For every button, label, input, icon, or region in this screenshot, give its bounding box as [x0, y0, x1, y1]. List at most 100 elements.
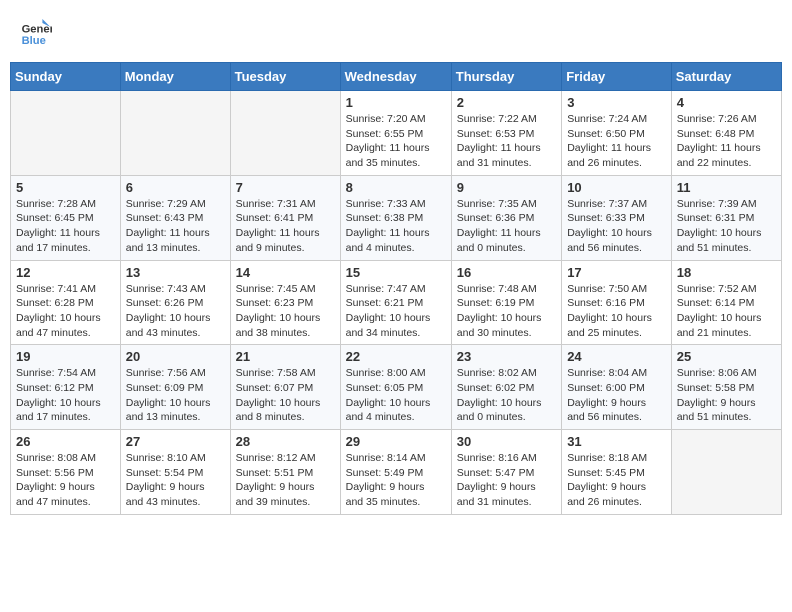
calendar-cell: 21Sunrise: 7:58 AM Sunset: 6:07 PM Dayli… — [230, 345, 340, 430]
day-info: Sunrise: 7:33 AM Sunset: 6:38 PM Dayligh… — [346, 197, 446, 256]
day-info: Sunrise: 7:26 AM Sunset: 6:48 PM Dayligh… — [677, 112, 776, 171]
weekday-header-sunday: Sunday — [11, 63, 121, 91]
day-info: Sunrise: 7:20 AM Sunset: 6:55 PM Dayligh… — [346, 112, 446, 171]
day-number: 24 — [567, 349, 666, 364]
day-number: 8 — [346, 180, 446, 195]
calendar-cell: 25 Sunrise: 8:06 AM Sunset: 5:58 PM Dayli… — [671, 345, 781, 430]
weekday-header-monday: Monday — [120, 63, 230, 91]
day-info: Sunrise: 7:31 AM Sunset: 6:41 PM Dayligh… — [236, 197, 335, 256]
day-number: 15 — [346, 265, 446, 280]
weekday-header-friday: Friday — [562, 63, 672, 91]
calendar-week-row: 1 Sunrise: 7:20 AM Sunset: 6:55 PM Daylig… — [11, 91, 782, 176]
calendar-cell: 17 Sunrise: 7:50 AM Sunset: 6:16 PM Dayli… — [562, 260, 672, 345]
day-number: 17 — [567, 265, 666, 280]
day-info: Sunrise: 7:24 AM Sunset: 6:50 PM Dayligh… — [567, 112, 666, 171]
calendar-cell: 26 Sunrise: 8:08 AM Sunset: 5:56 PM Dayli… — [11, 430, 121, 515]
weekday-header-wednesday: Wednesday — [340, 63, 451, 91]
day-number: 4 — [677, 95, 776, 110]
day-info: Sunrise: 7:52 AM Sunset: 6:14 PM Dayligh… — [677, 282, 776, 341]
weekday-header-tuesday: Tuesday — [230, 63, 340, 91]
day-number: 28 — [236, 434, 335, 449]
day-number: 31 — [567, 434, 666, 449]
day-info: Sunrise: 8:06 AM Sunset: 5:58 PM Dayligh… — [677, 366, 776, 425]
calendar-cell: 5 Sunrise: 7:28 AM Sunset: 6:45 PM Daylig… — [11, 175, 121, 260]
day-info: Sunrise: 7:41 AM Sunset: 6:28 PM Dayligh… — [16, 282, 115, 341]
day-number: 12 — [16, 265, 115, 280]
calendar-cell — [11, 91, 121, 176]
calendar-cell: 30Sunrise: 8:16 AM Sunset: 5:47 PM Dayli… — [451, 430, 561, 515]
calendar-cell: 20 Sunrise: 7:56 AM Sunset: 6:09 PM Dayli… — [120, 345, 230, 430]
calendar-cell: 13Sunrise: 7:43 AM Sunset: 6:26 PM Dayli… — [120, 260, 230, 345]
calendar-cell: 1 Sunrise: 7:20 AM Sunset: 6:55 PM Daylig… — [340, 91, 451, 176]
day-number: 3 — [567, 95, 666, 110]
day-info: Sunrise: 7:54 AM Sunset: 6:12 PM Dayligh… — [16, 366, 115, 425]
weekday-header-thursday: Thursday — [451, 63, 561, 91]
day-number: 9 — [457, 180, 556, 195]
calendar-week-row: 5 Sunrise: 7:28 AM Sunset: 6:45 PM Daylig… — [11, 175, 782, 260]
day-info: Sunrise: 8:08 AM Sunset: 5:56 PM Dayligh… — [16, 451, 115, 510]
day-info: Sunrise: 8:18 AM Sunset: 5:45 PM Dayligh… — [567, 451, 666, 510]
day-number: 27 — [126, 434, 225, 449]
day-info: Sunrise: 7:56 AM Sunset: 6:09 PM Dayligh… — [126, 366, 225, 425]
day-number: 30 — [457, 434, 556, 449]
calendar-cell: 3 Sunrise: 7:24 AM Sunset: 6:50 PM Daylig… — [562, 91, 672, 176]
logo-icon: General Blue — [20, 15, 52, 47]
calendar-cell: 23 Sunrise: 8:02 AM Sunset: 6:02 PM Dayli… — [451, 345, 561, 430]
calendar-cell: 19 Sunrise: 7:54 AM Sunset: 6:12 PM Dayli… — [11, 345, 121, 430]
day-info: Sunrise: 7:50 AM Sunset: 6:16 PM Dayligh… — [567, 282, 666, 341]
day-number: 10 — [567, 180, 666, 195]
day-info: Sunrise: 8:10 AM Sunset: 5:54 PM Dayligh… — [126, 451, 225, 510]
calendar-cell: 16 Sunrise: 7:48 AM Sunset: 6:19 PM Dayli… — [451, 260, 561, 345]
calendar-cell: 14 Sunrise: 7:45 AM Sunset: 6:23 PM Dayli… — [230, 260, 340, 345]
day-number: 29 — [346, 434, 446, 449]
calendar-cell: 11Sunrise: 7:39 AM Sunset: 6:31 PM Dayli… — [671, 175, 781, 260]
day-number: 22 — [346, 349, 446, 364]
calendar-cell — [230, 91, 340, 176]
calendar-cell: 31 Sunrise: 8:18 AM Sunset: 5:45 PM Dayli… — [562, 430, 672, 515]
day-info: Sunrise: 7:45 AM Sunset: 6:23 PM Dayligh… — [236, 282, 335, 341]
day-info: Sunrise: 7:58 AM Sunset: 6:07 PM Dayligh… — [236, 366, 335, 425]
calendar-cell: 22Sunrise: 8:00 AM Sunset: 6:05 PM Dayli… — [340, 345, 451, 430]
day-info: Sunrise: 7:37 AM Sunset: 6:33 PM Dayligh… — [567, 197, 666, 256]
day-info: Sunrise: 7:35 AM Sunset: 6:36 PM Dayligh… — [457, 197, 556, 256]
calendar-cell: 28 Sunrise: 8:12 AM Sunset: 5:51 PM Dayli… — [230, 430, 340, 515]
calendar-cell: 18Sunrise: 7:52 AM Sunset: 6:14 PM Dayli… — [671, 260, 781, 345]
svg-text:Blue: Blue — [22, 35, 46, 47]
day-info: Sunrise: 7:39 AM Sunset: 6:31 PM Dayligh… — [677, 197, 776, 256]
calendar-cell: 27 Sunrise: 8:10 AM Sunset: 5:54 PM Dayli… — [120, 430, 230, 515]
calendar-cell: 24 Sunrise: 8:04 AM Sunset: 6:00 PM Dayli… — [562, 345, 672, 430]
day-info: Sunrise: 8:12 AM Sunset: 5:51 PM Dayligh… — [236, 451, 335, 510]
logo: General Blue — [20, 15, 52, 47]
calendar-week-row: 26 Sunrise: 8:08 AM Sunset: 5:56 PM Dayli… — [11, 430, 782, 515]
day-number: 25 — [677, 349, 776, 364]
day-number: 19 — [16, 349, 115, 364]
calendar-cell: 15Sunrise: 7:47 AM Sunset: 6:21 PM Dayli… — [340, 260, 451, 345]
calendar-week-row: 19 Sunrise: 7:54 AM Sunset: 6:12 PM Dayli… — [11, 345, 782, 430]
calendar-table: SundayMondayTuesdayWednesdayThursdayFrid… — [10, 62, 782, 515]
calendar-cell: 8 Sunrise: 7:33 AM Sunset: 6:38 PM Daylig… — [340, 175, 451, 260]
day-number: 1 — [346, 95, 446, 110]
calendar-cell — [671, 430, 781, 515]
day-info: Sunrise: 8:02 AM Sunset: 6:02 PM Dayligh… — [457, 366, 556, 425]
day-info: Sunrise: 7:28 AM Sunset: 6:45 PM Dayligh… — [16, 197, 115, 256]
calendar-cell — [120, 91, 230, 176]
day-number: 26 — [16, 434, 115, 449]
day-number: 16 — [457, 265, 556, 280]
day-number: 13 — [126, 265, 225, 280]
day-number: 23 — [457, 349, 556, 364]
day-info: Sunrise: 8:04 AM Sunset: 6:00 PM Dayligh… — [567, 366, 666, 425]
calendar-cell: 9 Sunrise: 7:35 AM Sunset: 6:36 PM Daylig… — [451, 175, 561, 260]
day-number: 5 — [16, 180, 115, 195]
calendar-cell: 4 Sunrise: 7:26 AM Sunset: 6:48 PM Daylig… — [671, 91, 781, 176]
calendar-cell: 10 Sunrise: 7:37 AM Sunset: 6:33 PM Dayli… — [562, 175, 672, 260]
day-number: 20 — [126, 349, 225, 364]
day-number: 7 — [236, 180, 335, 195]
day-info: Sunrise: 8:14 AM Sunset: 5:49 PM Dayligh… — [346, 451, 446, 510]
day-number: 14 — [236, 265, 335, 280]
day-number: 2 — [457, 95, 556, 110]
day-info: Sunrise: 7:29 AM Sunset: 6:43 PM Dayligh… — [126, 197, 225, 256]
calendar-week-row: 12 Sunrise: 7:41 AM Sunset: 6:28 PM Dayli… — [11, 260, 782, 345]
page-header: General Blue — [10, 10, 782, 52]
day-info: Sunrise: 7:48 AM Sunset: 6:19 PM Dayligh… — [457, 282, 556, 341]
calendar-cell: 12 Sunrise: 7:41 AM Sunset: 6:28 PM Dayli… — [11, 260, 121, 345]
